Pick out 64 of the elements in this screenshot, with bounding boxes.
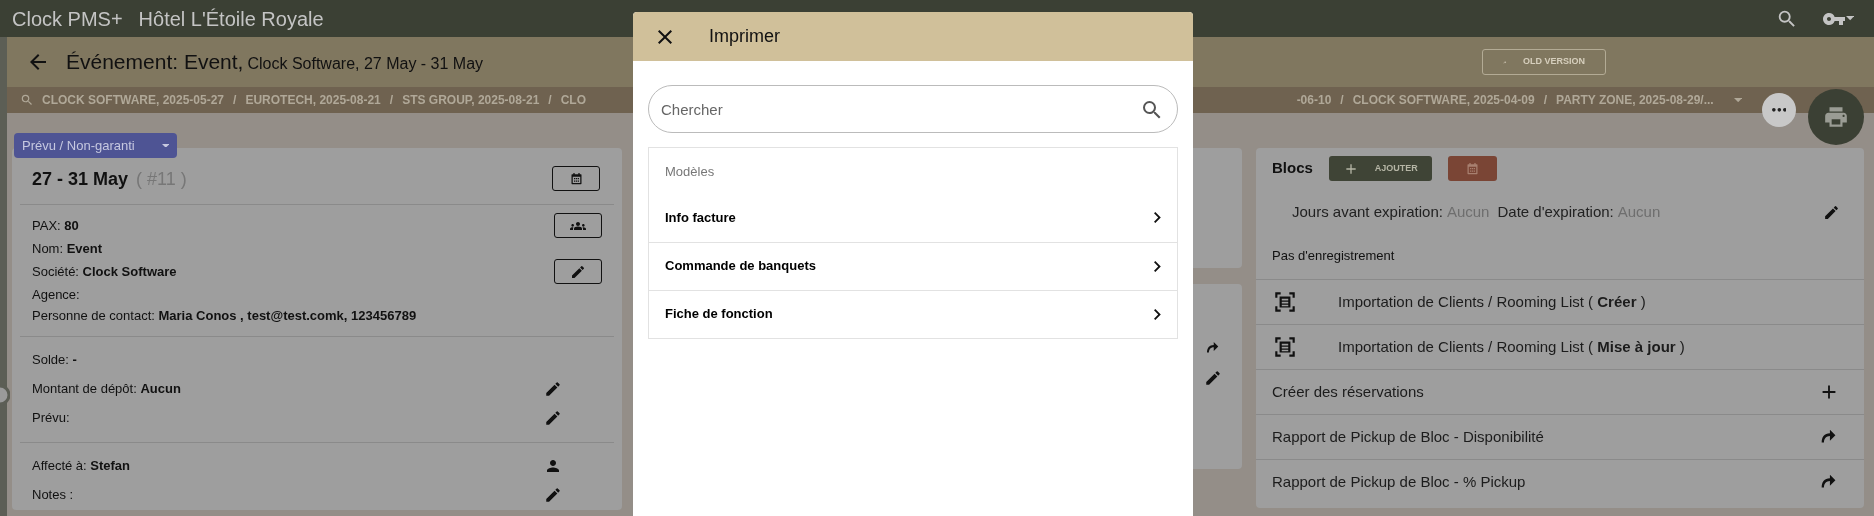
status-dropdown[interactable]: Prévu / Non-garanti	[14, 133, 177, 158]
breadcrumb-link[interactable]: CLOCK SOFTWARE, 2025-05-27	[42, 91, 225, 109]
breadcrumb-link[interactable]: PARTY ZONE, 2025-08-29	[1556, 91, 1701, 109]
breadcrumb-link[interactable]: CLO	[560, 91, 586, 109]
field-label: Date d'expiration:	[1497, 202, 1614, 222]
search-icon	[20, 93, 34, 107]
info-line: Société: Clock Software	[32, 262, 177, 281]
calendar-button[interactable]	[552, 166, 600, 191]
info-line: Personne de contact: Maria Conos , test@test.comk, 123456789	[32, 306, 417, 325]
chevron-right-icon	[1154, 260, 1161, 272]
document-scan-icon	[1272, 334, 1298, 360]
breadcrumb-link[interactable]: STS GROUP, 2025-08-21	[402, 91, 540, 109]
row-label: Rapport de Pickup de Bloc - Disponibilité	[1272, 426, 1544, 447]
info-line: Prévu:	[32, 408, 70, 427]
info-line: Montant de dépôt: Aucun	[32, 379, 181, 398]
search-field[interactable]: Chercher	[648, 85, 1178, 133]
row-label: Rapport de Pickup de Bloc - % Pickup	[1272, 471, 1526, 492]
breadcrumb-link[interactable]: -06-10	[1296, 91, 1332, 109]
row-label: Importation de Clients / Rooming List ( Mise à jour )	[1338, 336, 1685, 357]
dropdown-caret-icon[interactable]	[1733, 97, 1742, 103]
caret-icon	[1845, 16, 1854, 21]
edit-icon[interactable]	[1823, 203, 1840, 221]
breadcrumb-separator: /	[1543, 92, 1548, 109]
info-line: Affecté à: Stefan	[32, 456, 131, 475]
old-version-button[interactable]: OLD VERSION	[1482, 49, 1606, 75]
edit-icon[interactable]	[544, 485, 562, 504]
info-line: Agence:	[32, 285, 80, 304]
field-label: Jours avant expiration:	[1292, 202, 1443, 222]
chevron-right-icon	[1154, 308, 1161, 320]
dialog-title: Imprimer	[709, 25, 780, 48]
card-title: Blocs	[1272, 158, 1313, 179]
edit-icon	[570, 263, 586, 280]
edit-icon[interactable]	[544, 408, 562, 427]
app-brand: Clock PMS+	[12, 6, 123, 32]
info-line: PAX: 80	[32, 216, 79, 235]
breadcrumb-separator: /	[233, 92, 237, 109]
edit-icon[interactable]	[544, 379, 562, 398]
info-line: Nom: Event	[32, 239, 103, 258]
info-line: Notes :	[32, 485, 74, 504]
event-dates: 27 - 31 May	[32, 168, 129, 191]
breadcrumb-separator: /	[548, 92, 552, 109]
chevron-right-icon	[1154, 212, 1161, 223]
breadcrumb-link[interactable]: EUROTECH, 2025-08-21	[245, 91, 381, 109]
page-subtitle: Clock Software, 27 May - 31 May	[247, 54, 484, 74]
row-label: Importation de Clients / Rooming List ( Créer )	[1338, 291, 1646, 312]
group-button[interactable]	[554, 213, 602, 238]
page-title: Événement: Event,	[66, 49, 244, 76]
breadcrumb-separator: /	[1340, 92, 1344, 109]
document-scan-icon	[1272, 289, 1298, 315]
more-button[interactable]	[1762, 93, 1796, 127]
empty-message: Pas d'enregistrement	[1271, 246, 1396, 265]
breadcrumb-link[interactable]: /...	[1700, 91, 1714, 109]
edit-button[interactable]	[554, 259, 602, 284]
print-button[interactable]	[1808, 89, 1864, 145]
edit-icon[interactable]	[1204, 369, 1222, 387]
breadcrumb-link[interactable]: CLOCK SOFTWARE, 2025-04-09	[1352, 91, 1535, 109]
section-heading: Modèles	[664, 163, 716, 181]
more-icon	[1771, 108, 1787, 112]
hotel-name: Hôtel L'Étoile Royale	[138, 6, 324, 32]
row-label: Créer des réservations	[1272, 381, 1424, 402]
printer-icon	[1823, 104, 1849, 130]
add-button[interactable]: AJOUTER	[1328, 156, 1432, 181]
breadcrumb-separator: /	[389, 92, 394, 109]
info-line: Solde: -	[32, 350, 77, 369]
